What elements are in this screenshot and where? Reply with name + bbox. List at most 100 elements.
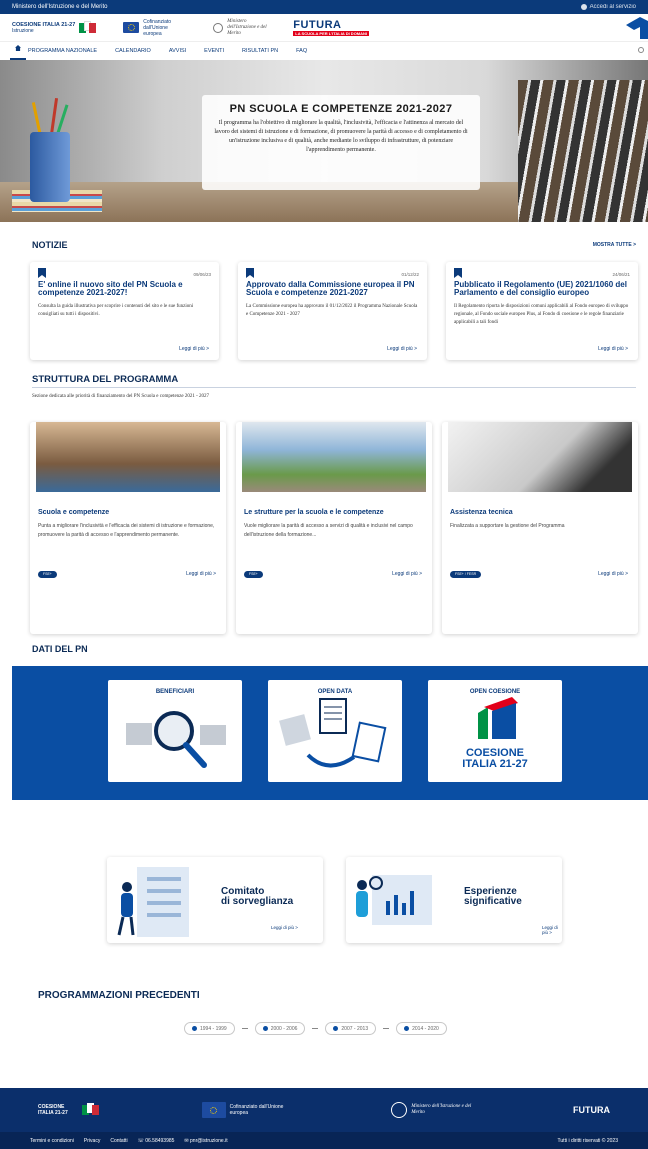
footer-futura-text: FUTURA <box>572 1105 610 1115</box>
emblem-icon <box>213 22 224 33</box>
footer-eu-logo[interactable]: Cofinanziato dall'Unione europea <box>201 1102 290 1118</box>
structure-card[interactable]: Assistenza tecnica Finalizzata a support… <box>442 422 638 634</box>
access-link[interactable]: Accedi al servizio <box>580 4 636 10</box>
read-more-link[interactable]: Leggi di più > <box>392 571 422 577</box>
privacy-link[interactable]: Privacy <box>84 1138 100 1144</box>
open-coesione-card[interactable]: OPEN COESIONE COESIONE ITALIA 21-27 <box>428 680 562 782</box>
structure-card-title[interactable]: Scuola e competenze <box>38 509 226 516</box>
structure-card[interactable]: Scuola e competenze Punta a migliorare l… <box>30 422 226 634</box>
coesione-logo[interactable]: COESIONE ITALIA 21-27 Istruzione <box>12 20 97 35</box>
page: Ministero dell'Istruzione e del Merito A… <box>0 0 648 1149</box>
terms-link[interactable]: Termini e condizioni <box>30 1138 74 1144</box>
home-icon[interactable] <box>10 45 26 60</box>
nav-calendario[interactable]: CALENDARIO <box>115 48 151 54</box>
main-nav: PROGRAMMA NAZIONALE CALENDARIO AVVISI EV… <box>0 42 648 60</box>
news-card[interactable]: 09/06/23 E' online il nuovo sito del PN … <box>30 262 219 360</box>
read-more-link[interactable]: Leggi di più > <box>598 571 628 577</box>
footer-bar: Termini e condizioni Privacy Contatti ☏ … <box>0 1132 648 1149</box>
esperienze-line2: significative <box>464 896 522 907</box>
previous-section: PROGRAMMAZIONI PRECEDENTI 1994 - 1999 20… <box>0 990 648 1080</box>
news-card-title[interactable]: E' online il nuovo sito del PN Scuola e … <box>38 281 211 297</box>
comitato-line2: di sorveglianza <box>221 896 294 907</box>
period-pill[interactable]: 2014 - 2020 <box>396 1022 447 1035</box>
show-all-link[interactable]: MOSTRA TUTTE > <box>593 242 636 248</box>
read-more-link[interactable]: Leggi di più > <box>179 346 209 352</box>
ministry-logo-text: Ministero dell'Istruzione e del Merito <box>227 18 267 36</box>
nav-eventi[interactable]: EVENTI <box>204 48 224 54</box>
coesione-italia: ITALIA 21-27 <box>462 758 528 770</box>
read-more-link[interactable]: Leggi di più > <box>271 925 298 930</box>
documents-icon <box>279 698 387 768</box>
open-data-card[interactable]: OPEN DATA <box>268 680 402 782</box>
period-pill[interactable]: 2007 - 2013 <box>325 1022 377 1035</box>
search-icon[interactable] <box>638 47 644 53</box>
news-card[interactable]: 01/12/22 Approvato dalla Commissione eur… <box>238 262 427 360</box>
news-card-title[interactable]: Approvato dalla Commissione europea il P… <box>246 281 419 297</box>
fund-badge: FSE+ / FESR <box>450 571 482 578</box>
news-title: NOTIZIE <box>32 240 68 250</box>
period-pill[interactable]: 1994 - 1999 <box>184 1022 235 1035</box>
extra-section: Comitato di sorveglianza Leggi di più > E… <box>0 830 648 990</box>
classroom-image <box>36 422 220 492</box>
user-icon <box>580 4 587 10</box>
footer-ministry-logo[interactable]: Ministero dell'Istruzione e del Merito <box>391 1102 471 1118</box>
news-section: NOTIZIE MOSTRA TUTTE > 09/06/23 E' onlin… <box>0 222 648 370</box>
structure-section: STRUTTURA DEL PROGRAMMA Sezione dedicata… <box>0 370 648 640</box>
divider <box>383 1028 390 1029</box>
emblem-icon <box>391 1102 408 1118</box>
read-more-link[interactable]: Leggi di più > <box>542 925 562 935</box>
italy-flag-icon <box>82 1103 100 1117</box>
ministry-logo[interactable]: Ministero dell'Istruzione e del Merito <box>213 19 267 37</box>
bookmark-icon <box>246 268 254 278</box>
structure-card-text: Finalizzata a supportare la gestione del… <box>450 523 565 529</box>
chart-illustration-icon <box>356 875 432 925</box>
news-card[interactable]: 24/06/21 Pubblicato il Regolamento (UE) … <box>446 262 638 360</box>
comitato-title[interactable]: Comitato di sorveglianza <box>221 887 293 907</box>
futura-word: FUTURA <box>293 18 342 31</box>
phone-icon: ☏ <box>137 1137 144 1144</box>
nav-avvisi[interactable]: AVVISI <box>169 48 186 54</box>
read-more-link[interactable]: Leggi di più > <box>186 571 216 577</box>
eu-logo[interactable]: Cofinanziato dall'Unione europea <box>123 19 187 37</box>
footer-coesione-text: COESIONE ITALIA 21-27 <box>38 1104 68 1116</box>
contacts-link[interactable]: Contatti <box>110 1138 127 1144</box>
structure-card-title[interactable]: Assistenza tecnica <box>450 509 638 516</box>
nav-risultati[interactable]: RISULTATI PN <box>242 48 278 54</box>
footer-futura-logo[interactable]: FUTURA <box>572 1105 610 1115</box>
bookmark-icon <box>454 268 462 278</box>
beneficiari-card[interactable]: BENEFICIARI <box>108 680 242 782</box>
email-link[interactable]: ✉ pnr@istruzione.it <box>184 1138 227 1144</box>
esperienze-title[interactable]: Esperienze significative <box>464 887 522 907</box>
period-label: 2000 - 2006 <box>270 1025 298 1032</box>
divider <box>32 387 636 388</box>
structure-card-title[interactable]: Le strutture per la scuola e le competen… <box>244 509 432 516</box>
school-building-image <box>242 422 426 492</box>
phone-number: 06.58493985 <box>145 1137 175 1144</box>
read-more-link[interactable]: Leggi di più > <box>387 346 417 352</box>
nav-faq[interactable]: FAQ <box>296 48 307 54</box>
news-card-title[interactable]: Pubblicato il Regolamento (UE) 2021/1060… <box>454 281 630 297</box>
email-address: pnr@istruzione.it <box>190 1137 228 1144</box>
access-label: Accedi al servizio <box>589 4 636 10</box>
news-card-text: La Commissione europea ha approvato il 0… <box>246 304 418 317</box>
previous-pills: 1994 - 1999 2000 - 2006 2007 - 2013 2014… <box>184 1022 447 1035</box>
previous-title: PROGRAMMAZIONI PRECEDENTI <box>38 990 200 1001</box>
comitato-card[interactable]: Comitato di sorveglianza Leggi di più > <box>107 857 323 943</box>
footer-ministry-text: Ministero dell'Istruzione e del Merito <box>411 1104 472 1115</box>
dot-icon <box>262 1026 268 1031</box>
esperienze-card[interactable]: Esperienze significative Leggi di più > <box>346 857 562 943</box>
eu-flag-icon <box>201 1102 226 1118</box>
phone-link[interactable]: ☏ 06.58493985 <box>138 1138 175 1144</box>
coesione-logo-text: COESIONE ITALIA 21-27 <box>428 748 562 770</box>
period-pill[interactable]: 2000 - 2006 <box>254 1022 306 1035</box>
period-label: 2014 - 2020 <box>412 1025 439 1032</box>
futura-logo[interactable]: FUTURA LA SCUOLA PER L'ITALIA DI DOMANI <box>293 18 370 36</box>
top-bar: Ministero dell'Istruzione e del Merito A… <box>0 0 648 14</box>
structure-card[interactable]: Le strutture per la scuola e le competen… <box>236 422 432 634</box>
nav-programma[interactable]: PROGRAMMA NAZIONALE <box>28 48 97 54</box>
checklist-illustration-icon <box>117 867 189 937</box>
footer-coesione-logo[interactable]: COESIONE ITALIA 21-27 <box>38 1103 100 1117</box>
read-more-link[interactable]: Leggi di più > <box>598 346 628 352</box>
hero-pencil-cup <box>30 132 70 202</box>
coesione-arrow-icon <box>478 697 518 739</box>
